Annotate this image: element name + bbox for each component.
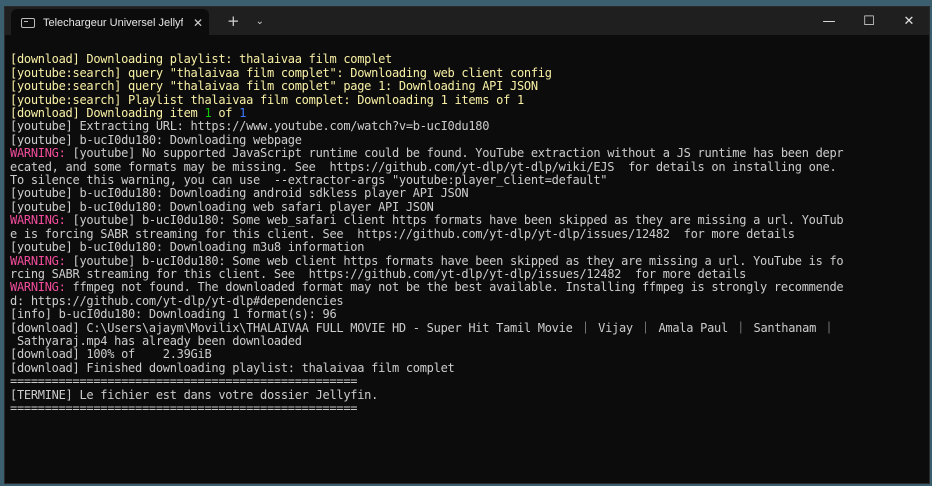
- terminal-line: WARNING: ffmpeg not found. The downloade…: [10, 281, 929, 294]
- line-text: ffmpeg not found. The downloaded format …: [65, 280, 844, 295]
- terminal-window: Telechargeur Universel Jellyfi ✕ + ⌄ — ☐…: [4, 6, 930, 484]
- tab-title: Telechargeur Universel Jellyfi: [43, 17, 183, 29]
- chevron-down-icon[interactable]: ⌄: [256, 16, 264, 27]
- close-button[interactable]: ✕: [889, 14, 929, 29]
- terminal-line: [download] Finished downloading playlist…: [10, 360, 455, 375]
- terminal-line: [youtube] b-ucI0du180: Downloading andro…: [10, 186, 469, 201]
- minimize-button[interactable]: —: [809, 14, 849, 29]
- line-text: [youtube] b-ucI0du180: Some web client h…: [65, 253, 844, 268]
- terminal-line: [youtube] b-ucI0du180: Downloading web s…: [10, 199, 434, 214]
- terminal-line: d: https://github.com/yt-dlp/yt-dlp#depe…: [10, 293, 344, 308]
- terminal-line: [youtube:search] query "thalaivaa film c…: [10, 65, 552, 80]
- terminal-line: ecated, and some formats may be missing.…: [10, 159, 837, 174]
- new-tab-button[interactable]: +: [227, 12, 240, 30]
- terminal-line: [download] C:\Users\ajaym\Movilix\THALAI…: [10, 320, 835, 335]
- terminal-line: WARNING: [youtube] No supported JavaScri…: [10, 147, 929, 160]
- terminal-separator: ========================================…: [10, 374, 358, 389]
- warning-label: WARNING:: [10, 253, 66, 268]
- terminal-line: [download] Downloading playlist: thalaiv…: [10, 52, 392, 67]
- item-total: 1: [239, 106, 247, 121]
- terminal-line: e is forcing SABR streaming for this cli…: [10, 226, 795, 241]
- line-text: [youtube] b-ucI0du180: Some web_safari c…: [65, 213, 844, 228]
- warning-label: WARNING:: [10, 280, 66, 295]
- maximize-button[interactable]: ☐: [849, 14, 889, 29]
- title-bar[interactable]: Telechargeur Universel Jellyfi ✕ + ⌄ — ☐…: [5, 7, 929, 37]
- tab-close-icon[interactable]: ✕: [193, 16, 203, 30]
- line-text: [download] Downloading item: [10, 106, 205, 121]
- terminal-line: [download] Downloading item 1 of 1: [10, 106, 929, 121]
- terminal-line: [TERMINE] Le fichier est dans votre doss…: [10, 387, 379, 402]
- terminal-line: [youtube] b-ucI0du180: Downloading webpa…: [10, 132, 302, 147]
- terminal-line: Sathyaraj.mp4 has already been downloade…: [10, 333, 302, 348]
- warning-label: WARNING:: [10, 146, 66, 161]
- terminal-line: rcing SABR streaming for this client. Se…: [10, 266, 747, 281]
- terminal-line: WARNING: [youtube] b-ucI0du180: Some web…: [10, 214, 929, 227]
- warning-label: WARNING:: [10, 213, 66, 228]
- terminal-line: [youtube] Extracting URL: https://www.yo…: [10, 119, 490, 134]
- terminal-line: [youtube:search] Playlist thalaivaa film…: [10, 92, 524, 107]
- terminal-line: [youtube] b-ucI0du180: Downloading m3u8 …: [10, 240, 365, 255]
- terminal-line: To silence this warning, you can use --e…: [10, 173, 608, 188]
- terminal-separator: ========================================…: [10, 400, 358, 415]
- terminal-line: [download] 100% of 2.39GiB: [10, 347, 212, 362]
- line-text: [youtube] No supported JavaScript runtim…: [65, 146, 844, 161]
- line-text: of: [211, 106, 240, 121]
- terminal-tab[interactable]: Telechargeur Universel Jellyfi ✕: [11, 9, 209, 37]
- terminal-line: [info] b-ucI0du180: Downloading 1 format…: [10, 307, 337, 322]
- terminal-line: WARNING: [youtube] b-ucI0du180: Some web…: [10, 253, 929, 268]
- terminal-icon: [21, 18, 35, 28]
- terminal-output[interactable]: [download] Downloading playlist: thalaiv…: [5, 35, 929, 442]
- terminal-line: [youtube:search] query "thalaivaa film c…: [10, 79, 538, 94]
- window-controls: — ☐ ✕: [809, 7, 929, 35]
